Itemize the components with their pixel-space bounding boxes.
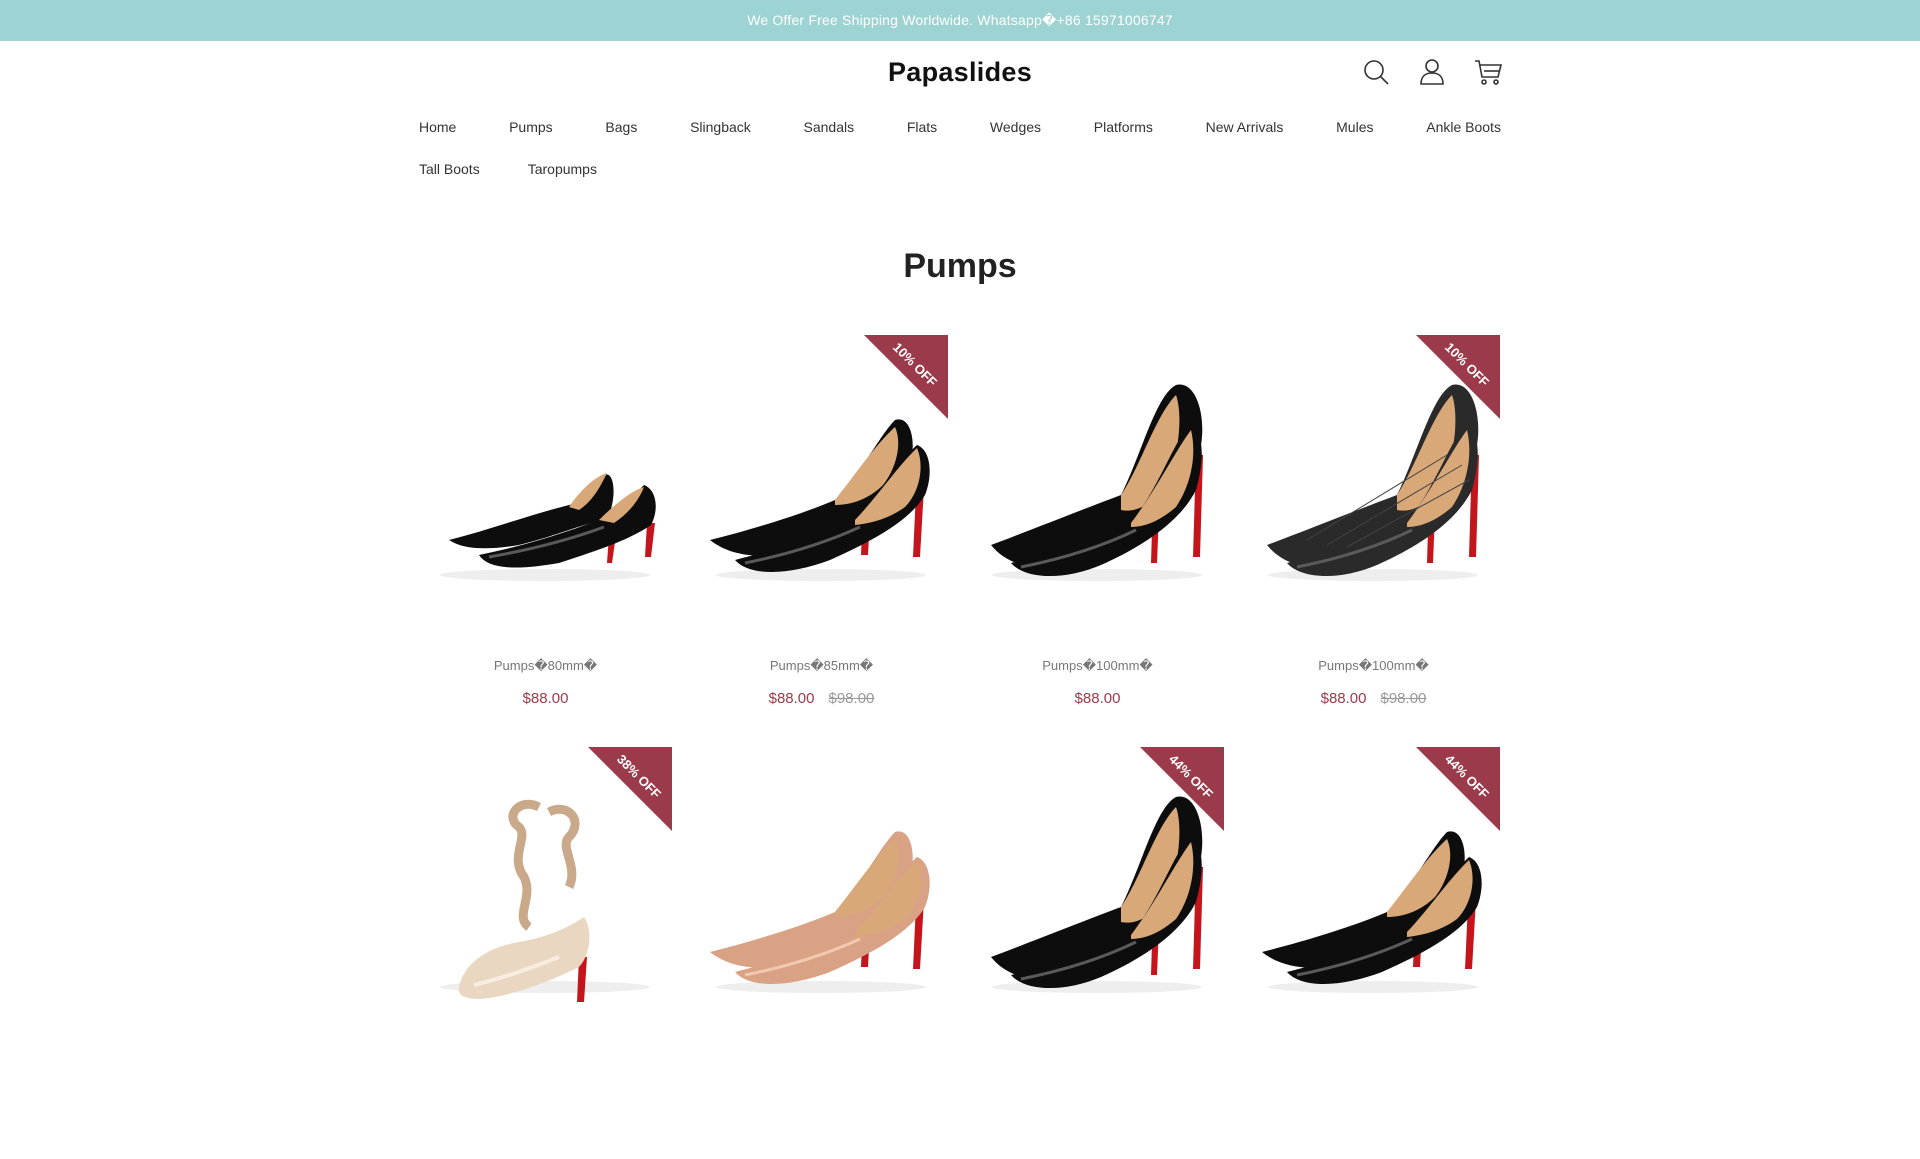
nav-item-platforms[interactable]: Platforms [1094,119,1153,135]
site-header: Papaslides [0,41,1920,101]
product-name[interactable]: Pumps�80mm� [419,658,672,676]
search-icon[interactable] [1362,58,1390,86]
nav-item-sandals[interactable]: Sandals [804,119,855,135]
discount-badge: 38% OFF [588,747,672,831]
discount-badge: 44% OFF [1140,747,1224,831]
product-image[interactable]: 10% OFF [695,335,948,635]
nav-item-flats[interactable]: Flats [907,119,937,135]
main-navigation: Home Pumps Bags Slingback Sandals Flats Wedges… [419,113,1501,197]
product-sale-price: $88.00 [768,690,815,707]
nav-item-slingback[interactable]: Slingback [690,119,751,135]
announcement-bar: We Offer Free Shipping Worldwide. Whatsa… [0,0,1920,41]
discount-badge: 44% OFF [1416,747,1500,831]
product-image[interactable]: 44% OFF [971,747,1224,1047]
product-card[interactable]: Pumps�100mm� $88.00 [971,335,1224,747]
product-card[interactable]: 38% OFF [419,747,672,1159]
product-original-price: $98.00 [1380,690,1427,707]
announcement-text: We Offer Free Shipping Worldwide. Whatsa… [747,12,1173,28]
nav-item-pumps[interactable]: Pumps [509,119,553,135]
shoe-illustration [991,384,1203,581]
product-name[interactable]: Pumps�100mm� [1247,658,1500,676]
product-price: $88.00 [971,690,1224,707]
product-image[interactable]: 10% OFF [1247,335,1500,635]
product-card[interactable]: Pumps�80mm� $88.00 [419,335,672,747]
nav-item-taropumps[interactable]: Taropumps [528,161,597,177]
product-image[interactable] [971,335,1224,635]
nav-item-tall-boots[interactable]: Tall Boots [419,161,480,177]
product-card[interactable] [695,747,948,1159]
discount-badge: 10% OFF [864,335,948,419]
header-icons [1362,58,1502,86]
product-card[interactable]: 10% OFF Pumps�85mm� $88.00 $98.00 [695,335,948,747]
nav-item-wedges[interactable]: Wedges [990,119,1041,135]
product-price: $88.00 $98.00 [1247,690,1500,707]
product-name[interactable]: Pumps�100mm� [971,658,1224,676]
product-original-price: $98.00 [828,690,875,707]
product-price: $88.00 [419,690,672,707]
product-name[interactable]: Pumps�85mm� [695,658,948,676]
account-icon[interactable] [1418,58,1446,86]
product-image[interactable]: 38% OFF [419,747,672,1047]
product-sale-price: $88.00 [522,690,569,707]
product-image[interactable] [419,335,672,635]
product-card[interactable]: 44% OFF [971,747,1224,1159]
site-logo[interactable]: Papaslides [0,57,1920,88]
discount-badge: 10% OFF [1416,335,1500,419]
nav-item-home[interactable]: Home [419,119,456,135]
cart-icon[interactable] [1474,58,1502,86]
product-sale-price: $88.00 [1074,690,1121,707]
nav-item-new-arrivals[interactable]: New Arrivals [1206,119,1284,135]
shoe-illustration [440,473,656,581]
nav-row-secondary: Tall Boots Taropumps [419,155,1501,183]
page-title: Pumps [903,247,1017,285]
product-sale-price: $88.00 [1320,690,1367,707]
nav-item-mules[interactable]: Mules [1336,119,1373,135]
nav-item-bags[interactable]: Bags [605,119,637,135]
product-card[interactable]: 10% OFF Pumps�100mm� $88.00 $98.00 [1247,335,1500,747]
nav-item-ankle-boots[interactable]: Ankle Boots [1426,119,1501,135]
product-price: $88.00 $98.00 [695,690,948,707]
product-image[interactable] [695,747,948,1047]
product-grid: Pumps�80mm� $88.00 10% OFF Pumps�85mm� $88.0… [419,335,1501,1159]
shoe-illustration [710,831,930,993]
nav-row-primary: Home Pumps Bags Slingback Sandals Flats Wedges… [419,113,1501,141]
product-card[interactable]: 44% OFF [1247,747,1500,1159]
product-image[interactable]: 44% OFF [1247,747,1500,1047]
